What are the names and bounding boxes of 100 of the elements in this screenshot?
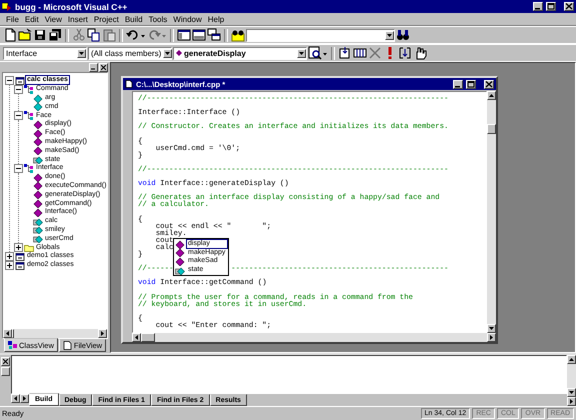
classes-icon <box>15 252 25 261</box>
right-arrow-icon <box>488 334 495 341</box>
collapse-icon[interactable] <box>5 76 14 85</box>
scroll-up-button[interactable] <box>567 355 576 364</box>
classes-icon <box>15 76 25 85</box>
maximize-icon <box>467 80 475 88</box>
vertical-scrollbar[interactable] <box>487 91 496 333</box>
close-button[interactable] <box>564 2 574 11</box>
object-icon <box>33 216 43 226</box>
down-arrow-icon <box>164 50 172 56</box>
minimize-button[interactable] <box>89 63 98 72</box>
left-arrow-icon <box>12 395 19 402</box>
object-icon <box>175 266 186 275</box>
minimize-button[interactable] <box>453 80 463 88</box>
method-icon <box>175 240 186 249</box>
window-title: bugg - Microsoft Visual C++ <box>15 2 128 12</box>
method-icon <box>176 50 182 56</box>
right-arrow-icon <box>568 398 575 405</box>
menu-item[interactable]: Edit <box>22 14 42 24</box>
vertical-scrollbar[interactable] <box>567 355 576 406</box>
expand-icon[interactable] <box>14 243 23 252</box>
scroll-right-button[interactable] <box>98 329 107 338</box>
window-icon[interactable] <box>177 28 191 42</box>
object-icon <box>33 234 43 244</box>
down-arrow-icon <box>78 50 85 56</box>
build-icon[interactable] <box>353 46 367 60</box>
horizontal-scrollbar[interactable] <box>3 329 107 338</box>
classes-icon <box>15 260 25 270</box>
scroll-left-button[interactable] <box>11 394 20 403</box>
scroll-left-button[interactable] <box>132 333 141 342</box>
dropdown-button[interactable] <box>385 30 394 40</box>
binoculars-icon[interactable] <box>231 28 245 42</box>
combo-box[interactable] <box>246 28 395 42</box>
combo-box[interactable]: generateDisplay <box>173 46 307 60</box>
right-arrow-icon <box>99 330 106 337</box>
close-button[interactable] <box>484 80 494 88</box>
up-arrow-icon <box>568 356 575 363</box>
object-icon <box>33 225 43 234</box>
method-icon <box>175 256 186 266</box>
menu-item[interactable]: Build <box>122 14 146 24</box>
horizontal-scrollbar[interactable] <box>132 333 496 342</box>
scroll-right-button[interactable] <box>20 394 29 403</box>
document-icon[interactable] <box>3 28 17 42</box>
expand-icon[interactable] <box>5 252 14 261</box>
magnifier-icon[interactable] <box>308 46 328 60</box>
down-arrow-icon <box>568 389 575 396</box>
step-into-icon[interactable] <box>398 46 412 60</box>
close-icon <box>485 80 493 88</box>
folder-icon <box>24 243 34 252</box>
dropdown-button[interactable] <box>163 48 172 58</box>
maximize-button[interactable] <box>546 2 556 11</box>
method-icon <box>175 248 186 258</box>
collapse-icon[interactable] <box>14 84 23 94</box>
menu-item[interactable]: Help <box>204 14 228 24</box>
dropdown-button[interactable] <box>77 48 86 58</box>
binoculars-icon[interactable] <box>396 28 410 42</box>
scroll-down-button[interactable] <box>487 324 496 333</box>
menu-item[interactable]: Project <box>90 14 122 24</box>
document-icon <box>125 80 133 88</box>
scroll-down-button[interactable] <box>567 388 576 397</box>
menu-item[interactable]: File <box>3 14 22 24</box>
down-arrow-icon <box>386 32 393 38</box>
undo-icon[interactable] <box>126 28 146 42</box>
folder-icon[interactable] <box>18 28 32 42</box>
right-arrow-icon <box>21 395 28 402</box>
scroll-thumb[interactable] <box>487 124 496 134</box>
maximize-icon <box>547 3 555 10</box>
scroll-up-button[interactable] <box>487 91 496 100</box>
menu-item[interactable]: Window <box>170 14 205 24</box>
dropdown-button[interactable] <box>297 48 306 58</box>
menu-item[interactable]: Insert <box>64 14 91 24</box>
copy-icon[interactable] <box>87 28 101 42</box>
collapse-icon[interactable] <box>14 111 23 120</box>
class-icon <box>24 164 34 173</box>
up-arrow-icon <box>488 92 495 99</box>
scroll-left-button[interactable] <box>3 329 12 338</box>
combo-box[interactable]: (All class members) <box>88 46 172 60</box>
classes-icon <box>8 340 17 350</box>
pin-button[interactable] <box>1 367 10 376</box>
close-icon <box>565 3 573 10</box>
scroll-thumb[interactable] <box>141 333 155 342</box>
menu-item[interactable]: Tools <box>146 14 170 24</box>
window-icon[interactable] <box>192 28 206 42</box>
menu-item[interactable]: View <box>42 14 65 24</box>
collapse-icon[interactable] <box>14 164 23 173</box>
left-arrow-icon <box>133 334 140 341</box>
combo-box[interactable]: Interface <box>3 46 87 60</box>
scroll-right-button[interactable] <box>487 333 496 342</box>
scroll-thumb[interactable] <box>12 329 14 338</box>
left-arrow-icon <box>4 330 11 337</box>
down-arrow-icon <box>488 325 495 332</box>
minimize-button[interactable] <box>533 2 543 11</box>
scroll-right-button[interactable] <box>567 397 576 406</box>
disks-icon[interactable] <box>48 28 62 42</box>
document-icon <box>62 341 72 350</box>
compile-icon[interactable] <box>338 46 352 60</box>
maximize-button[interactable] <box>466 80 476 88</box>
expand-icon[interactable] <box>5 260 14 270</box>
windows-icon[interactable] <box>207 28 221 42</box>
object-icon <box>33 155 43 164</box>
